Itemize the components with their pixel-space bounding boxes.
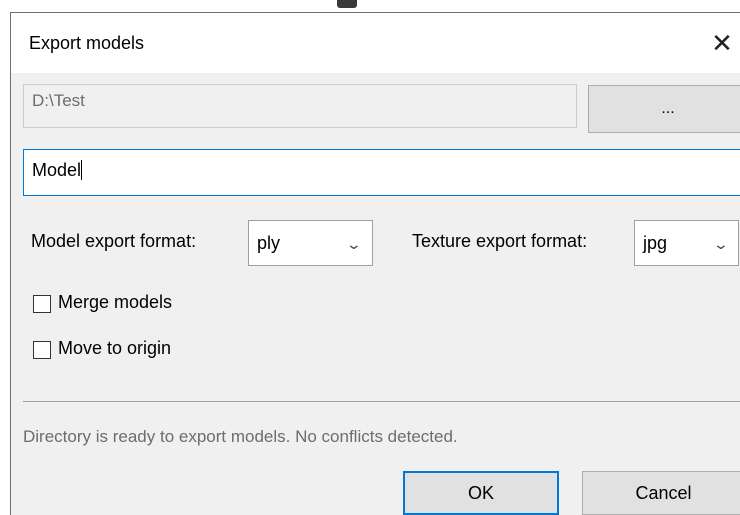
title-bar: Export models ✕ xyxy=(11,13,740,73)
directory-path-field[interactable]: D:\Test xyxy=(23,84,577,128)
dialog-title: Export models xyxy=(29,33,145,53)
close-icon[interactable]: ✕ xyxy=(704,25,740,61)
model-format-value: ply xyxy=(257,233,281,253)
model-format-select[interactable]: ply ⌄ xyxy=(248,220,373,266)
merge-models-checkbox[interactable] xyxy=(33,295,51,313)
model-name-input[interactable]: Model xyxy=(23,149,740,196)
move-to-origin-checkbox[interactable] xyxy=(33,341,51,359)
browse-button[interactable]: ... xyxy=(588,85,740,133)
chevron-down-icon: ⌄ xyxy=(712,236,730,252)
model-format-label: Model export format: xyxy=(31,231,197,251)
model-name-value: Model xyxy=(32,160,82,180)
export-models-dialog: Export models ✕ D:\Test ... Model Model … xyxy=(10,12,740,515)
divider xyxy=(23,401,740,402)
texture-format-value: jpg xyxy=(643,233,668,253)
cancel-button[interactable]: Cancel xyxy=(582,471,740,515)
move-to-origin-label[interactable]: Move to origin xyxy=(58,338,171,359)
chevron-down-icon: ⌄ xyxy=(345,236,363,252)
ok-button[interactable]: OK xyxy=(403,471,559,515)
status-message: Directory is ready to export models. No … xyxy=(23,427,458,446)
background-window-edge xyxy=(337,0,357,8)
texture-format-select[interactable]: jpg ⌄ xyxy=(634,220,739,266)
text-caret xyxy=(81,160,83,180)
merge-models-label[interactable]: Merge models xyxy=(58,292,172,313)
texture-format-label: Texture export format: xyxy=(412,231,588,251)
